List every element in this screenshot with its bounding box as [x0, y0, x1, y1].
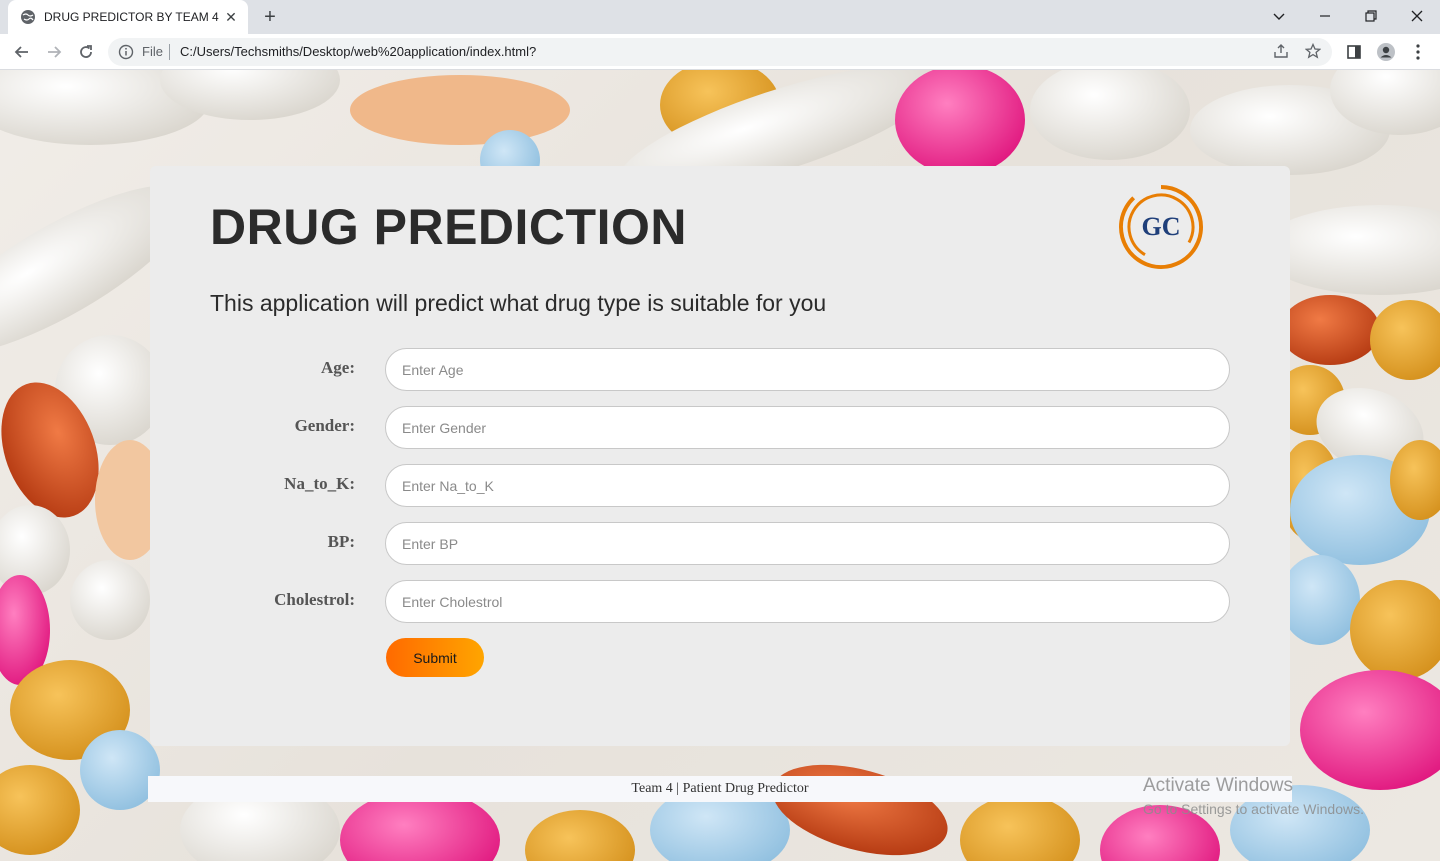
tab-title: DRUG PREDICTOR BY TEAM 4 — [44, 10, 219, 24]
menu-kebab-icon[interactable] — [1408, 42, 1428, 62]
scheme-label: File — [142, 44, 163, 59]
na-to-k-row: Na_to_K: — [150, 464, 1290, 508]
info-icon[interactable] — [118, 44, 134, 60]
browser-toolbar: File C:/Users/Techsmiths/Desktop/web%20a… — [0, 34, 1440, 70]
tab-search-icon[interactable] — [1256, 0, 1302, 32]
globe-icon — [21, 10, 35, 24]
cholestrol-label: Cholestrol: — [274, 590, 355, 609]
age-label: Age: — [321, 358, 355, 377]
page-footer: Team 4 | Patient Drug Predictor — [148, 776, 1292, 802]
page-title: DRUG PREDICTION — [210, 199, 687, 255]
back-icon[interactable] — [10, 40, 34, 64]
na-to-k-label: Na_to_K: — [284, 474, 355, 493]
gc-logo: GC — [1119, 185, 1203, 269]
side-panel-icon[interactable] — [1344, 42, 1364, 62]
age-row: Age: — [150, 348, 1290, 392]
bp-input[interactable] — [385, 522, 1230, 565]
close-tab-icon[interactable]: ✕ — [222, 8, 240, 26]
page-subtitle: This application will predict what drug … — [210, 290, 827, 316]
gender-input[interactable] — [385, 406, 1230, 449]
browser-tab[interactable]: DRUG PREDICTOR BY TEAM 4 ✕ — [8, 0, 248, 34]
prediction-card: DRUG PREDICTION GC This application will… — [150, 166, 1290, 746]
tab-bar: DRUG PREDICTOR BY TEAM 4 ✕ + — [0, 0, 1440, 34]
omnibox-divider — [169, 44, 170, 60]
page-viewport: DRUG PREDICTION GC This application will… — [0, 70, 1440, 861]
na-to-k-input[interactable] — [385, 464, 1230, 507]
restore-icon[interactable] — [1348, 0, 1394, 32]
address-bar[interactable]: File C:/Users/Techsmiths/Desktop/web%20a… — [108, 38, 1332, 66]
logo-text: GC — [1142, 212, 1181, 241]
submit-button[interactable]: Submit — [386, 638, 484, 677]
bp-label: BP: — [327, 532, 355, 551]
bookmark-star-icon[interactable] — [1304, 42, 1322, 61]
activate-windows-subtitle: Go to Settings to activate Windows. — [1143, 801, 1364, 817]
gender-label: Gender: — [294, 416, 355, 435]
cholestrol-row: Cholestrol: — [150, 580, 1290, 624]
forward-icon[interactable] — [42, 40, 66, 64]
cholestrol-input[interactable] — [385, 580, 1230, 623]
url-text[interactable]: C:/Users/Techsmiths/Desktop/web%20applic… — [180, 44, 536, 59]
reload-icon[interactable] — [74, 40, 98, 64]
bp-row: BP: — [150, 522, 1290, 566]
share-icon[interactable] — [1272, 43, 1290, 61]
gender-row: Gender: — [150, 406, 1290, 450]
new-tab-button[interactable]: + — [258, 6, 282, 30]
age-input[interactable] — [385, 348, 1230, 391]
minimize-icon[interactable] — [1302, 0, 1348, 32]
close-window-icon[interactable] — [1394, 0, 1440, 32]
activate-windows-title: Activate Windows — [1143, 775, 1293, 796]
profile-avatar-icon[interactable] — [1376, 42, 1396, 62]
